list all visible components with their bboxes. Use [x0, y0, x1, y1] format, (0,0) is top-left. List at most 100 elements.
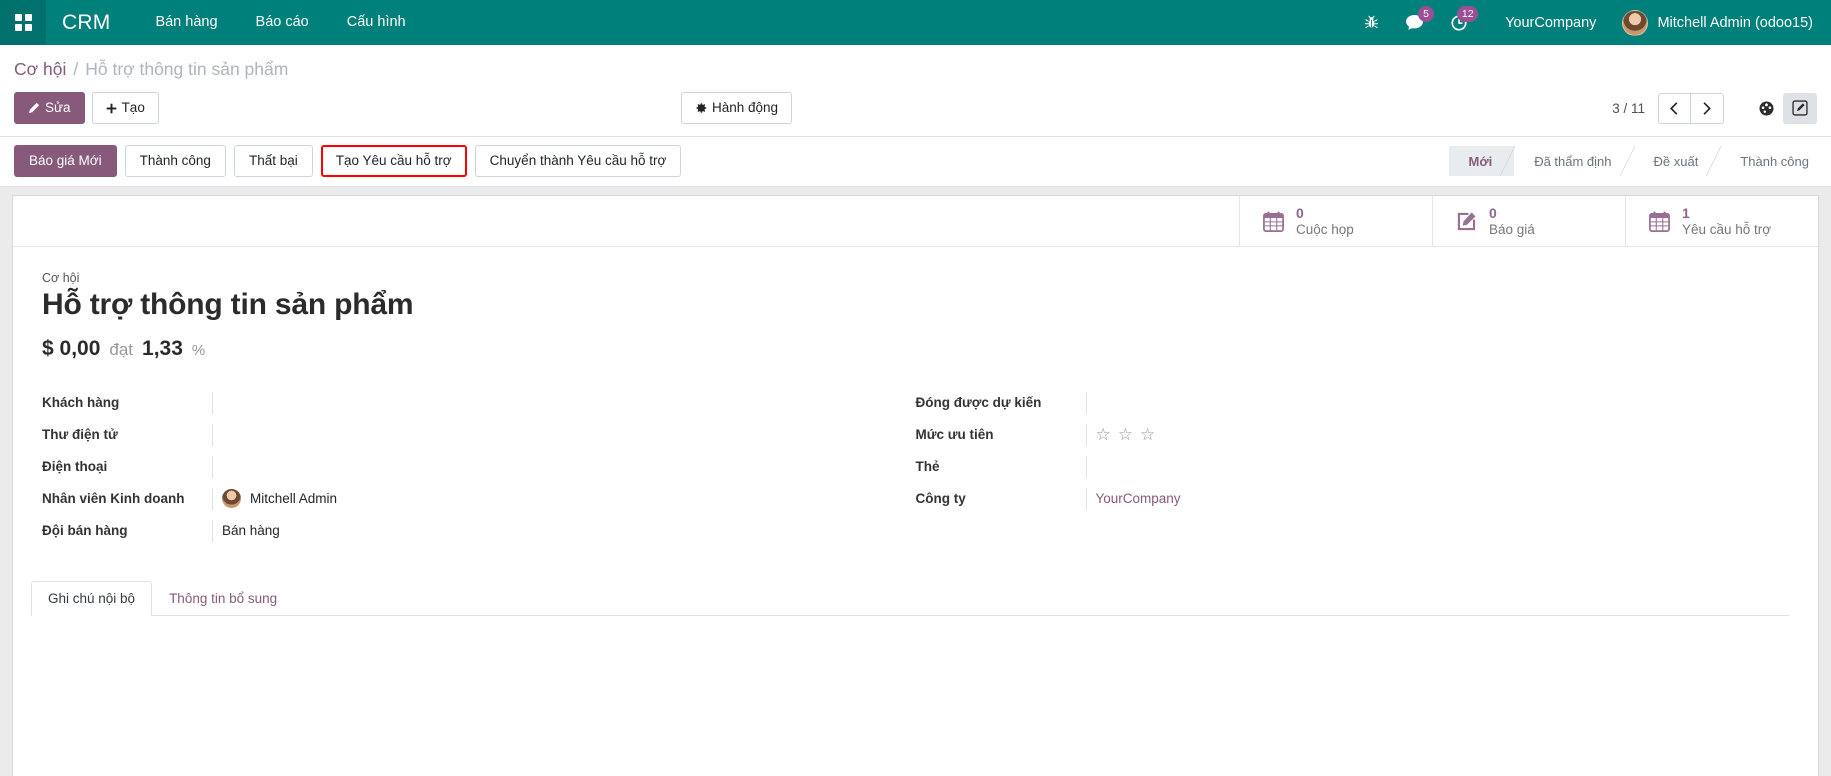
- messages-count-badge: 5: [1418, 6, 1435, 22]
- calendar-icon: [1648, 210, 1671, 233]
- workflow-button-won[interactable]: Thành công: [124, 145, 226, 178]
- field-row-phone: Điện thoại: [42, 451, 882, 482]
- workflow-button-create-helpdesk-ticket[interactable]: Tạo Yêu cầu hỗ trợ: [320, 145, 467, 178]
- pipeline-stage-new[interactable]: Mới: [1448, 146, 1515, 177]
- field-label-tags: Thẻ: [915, 459, 940, 475]
- kanban-view-button[interactable]: [1749, 93, 1783, 124]
- field-row-sales-team: Đội bán hàng Bán hàng: [42, 515, 882, 546]
- star-icon[interactable]: ☆: [1096, 426, 1111, 443]
- field-row-email: Thư điện tử: [42, 419, 882, 450]
- chevron-left-icon: [1670, 101, 1678, 115]
- activities-menu-button[interactable]: 12: [1437, 0, 1481, 45]
- field-groups: Khách hàng Thư điện tử Điện thoại Nhân v…: [13, 361, 1818, 547]
- smart-button-helpdesk-tickets-value: 1: [1682, 205, 1690, 222]
- pager-next-button[interactable]: [1691, 92, 1724, 124]
- user-menu-button[interactable]: Mitchell Admin (odoo15): [1612, 9, 1813, 36]
- breadcrumb-separator: /: [73, 59, 79, 79]
- field-label-sales-team: Đội bán hàng: [42, 523, 128, 539]
- workflow-button-lost[interactable]: Thất bại: [233, 145, 313, 178]
- field-value-salesperson[interactable]: Mitchell Admin: [212, 487, 882, 510]
- record-action-buttons: Sửa Tạo: [14, 92, 159, 125]
- record-type-label: Cơ hội: [42, 271, 80, 286]
- apps-grid-icon: [14, 14, 32, 31]
- breadcrumb-root[interactable]: Cơ hội: [14, 59, 66, 80]
- tab-internal-notes[interactable]: Ghi chú nội bộ: [31, 581, 153, 617]
- field-value-phone[interactable]: [212, 455, 882, 478]
- user-name-label: Mitchell Admin (odoo15): [1657, 14, 1813, 31]
- expected-revenue-row: $ 0,00 đạt 1,33 %: [42, 337, 1818, 361]
- field-value-priority[interactable]: ☆ ☆ ☆: [1085, 423, 1756, 446]
- smart-button-helpdesk-tickets[interactable]: 1 Yêu cầu hỗ trợ: [1625, 196, 1818, 247]
- star-icon[interactable]: ☆: [1140, 426, 1155, 443]
- smart-button-quotations-label: Báo giá: [1489, 221, 1535, 237]
- field-row-company: Công ty YourCompany: [916, 483, 1756, 514]
- field-row-salesperson: Nhân viên Kinh doanh Mitchell Admin: [42, 483, 882, 514]
- page-title[interactable]: Hỗ trợ thông tin sản phẩm: [42, 287, 1818, 323]
- company-link[interactable]: YourCompany: [1096, 491, 1181, 506]
- chevron-right-icon: [1702, 101, 1711, 115]
- form-view-button[interactable]: [1783, 92, 1817, 124]
- notebook-page-content[interactable]: [31, 616, 1789, 706]
- field-value-company[interactable]: YourCompany: [1085, 487, 1756, 510]
- field-label-company: Công ty: [915, 491, 966, 507]
- field-label-priority: Mức ưu tiên: [915, 427, 994, 443]
- tab-extra-info[interactable]: Thông tin bổ sung: [152, 581, 294, 616]
- pipeline-stage-qualified[interactable]: Đã thẩm định: [1514, 146, 1635, 177]
- apps-menu-button[interactable]: [0, 0, 46, 45]
- field-value-tags[interactable]: [1085, 455, 1756, 478]
- notebook: Ghi chú nội bộ Thông tin bổ sung: [31, 581, 1789, 706]
- activities-count-badge: 12: [1457, 6, 1479, 22]
- priority-stars: ☆ ☆ ☆: [1096, 426, 1156, 443]
- pipeline-stage-proposition[interactable]: Đề xuất: [1634, 146, 1722, 177]
- star-icon[interactable]: ☆: [1118, 426, 1133, 443]
- field-label-phone: Điện thoại: [42, 459, 108, 475]
- create-button[interactable]: Tạo: [91, 92, 159, 125]
- record-title-block: Cơ hội Hỗ trợ thông tin sản phẩm $ 0,00 …: [13, 247, 1818, 361]
- field-group-left: Khách hàng Thư điện tử Điện thoại Nhân v…: [42, 387, 916, 547]
- pager-zone: 3 / 11: [1612, 92, 1817, 124]
- pencil-square-icon: [1455, 210, 1478, 233]
- status-pipeline: Mới Đã thẩm định Đề xuất Thành công: [1448, 146, 1818, 177]
- pipeline-stage-won[interactable]: Thành công: [1720, 146, 1817, 176]
- form-sheet: 0 Cuộc họp 0 Báo giá 1 Yêu cầu hỗ trợ Cơ…: [12, 195, 1819, 776]
- smart-button-helpdesk-tickets-label: Yêu cầu hỗ trợ: [1682, 221, 1772, 237]
- menu-item-configuration[interactable]: Cấu hình: [328, 0, 425, 45]
- field-row-tags: Thẻ: [916, 451, 1756, 482]
- probability-value[interactable]: 1,33: [142, 337, 183, 361]
- smart-button-row: 0 Cuộc họp 0 Báo giá 1 Yêu cầu hỗ trợ: [13, 196, 1818, 248]
- edit-button-label: Sửa: [45, 100, 71, 115]
- smart-button-quotations[interactable]: 0 Báo giá: [1432, 196, 1625, 247]
- revenue-connector-label: đạt: [109, 340, 134, 360]
- field-value-sales-team[interactable]: Bán hàng: [212, 519, 882, 542]
- pager-value: 3 / 11: [1612, 100, 1645, 116]
- app-brand-crm[interactable]: CRM: [46, 11, 136, 35]
- workflow-button-new-quotation[interactable]: Báo giá Mới: [14, 145, 117, 178]
- action-menu-button[interactable]: Hành động: [681, 92, 793, 125]
- field-label-expected-closing: Đóng được dự kiến: [915, 395, 1042, 411]
- calendar-icon: [1262, 210, 1285, 233]
- breadcrumb-current: Hỗ trợ thông tin sản phẩm: [85, 59, 289, 79]
- smart-button-meetings[interactable]: 0 Cuộc họp: [1239, 196, 1432, 247]
- avatar: [222, 489, 241, 509]
- field-row-customer: Khách hàng: [42, 387, 882, 418]
- field-row-expected-closing: Đóng được dự kiến: [916, 387, 1756, 418]
- expected-revenue-value[interactable]: $ 0,00: [42, 337, 100, 361]
- messages-menu-button[interactable]: 5: [1392, 0, 1437, 45]
- create-button-label: Tạo: [121, 100, 145, 115]
- navbar-right-zone: 5 12 YourCompany Mitchell Admin (odoo15): [1351, 0, 1813, 45]
- menu-item-reporting[interactable]: Báo cáo: [237, 0, 328, 45]
- field-value-customer[interactable]: [212, 391, 882, 414]
- field-group-right: Đóng được dự kiến Mức ưu tiên ☆ ☆ ☆ Thẻ: [916, 387, 1790, 547]
- pager-previous-button[interactable]: [1658, 92, 1691, 124]
- field-value-email[interactable]: [212, 423, 882, 446]
- edit-button[interactable]: Sửa: [14, 92, 85, 125]
- field-label-email: Thư điện tử: [42, 427, 118, 443]
- workflow-button-convert-to-helpdesk-ticket[interactable]: Chuyển thành Yêu cầu hỗ trợ: [474, 145, 682, 178]
- menu-item-sales[interactable]: Bán hàng: [136, 0, 236, 45]
- salesperson-name: Mitchell Admin: [250, 491, 338, 507]
- field-value-expected-closing[interactable]: [1085, 391, 1756, 414]
- company-switcher[interactable]: YourCompany: [1481, 15, 1612, 31]
- probability-unit-label: %: [191, 342, 206, 360]
- breadcrumb: Cơ hội / Hỗ trợ thông tin sản phẩm: [14, 45, 1817, 86]
- debug-menu-button[interactable]: [1351, 0, 1392, 45]
